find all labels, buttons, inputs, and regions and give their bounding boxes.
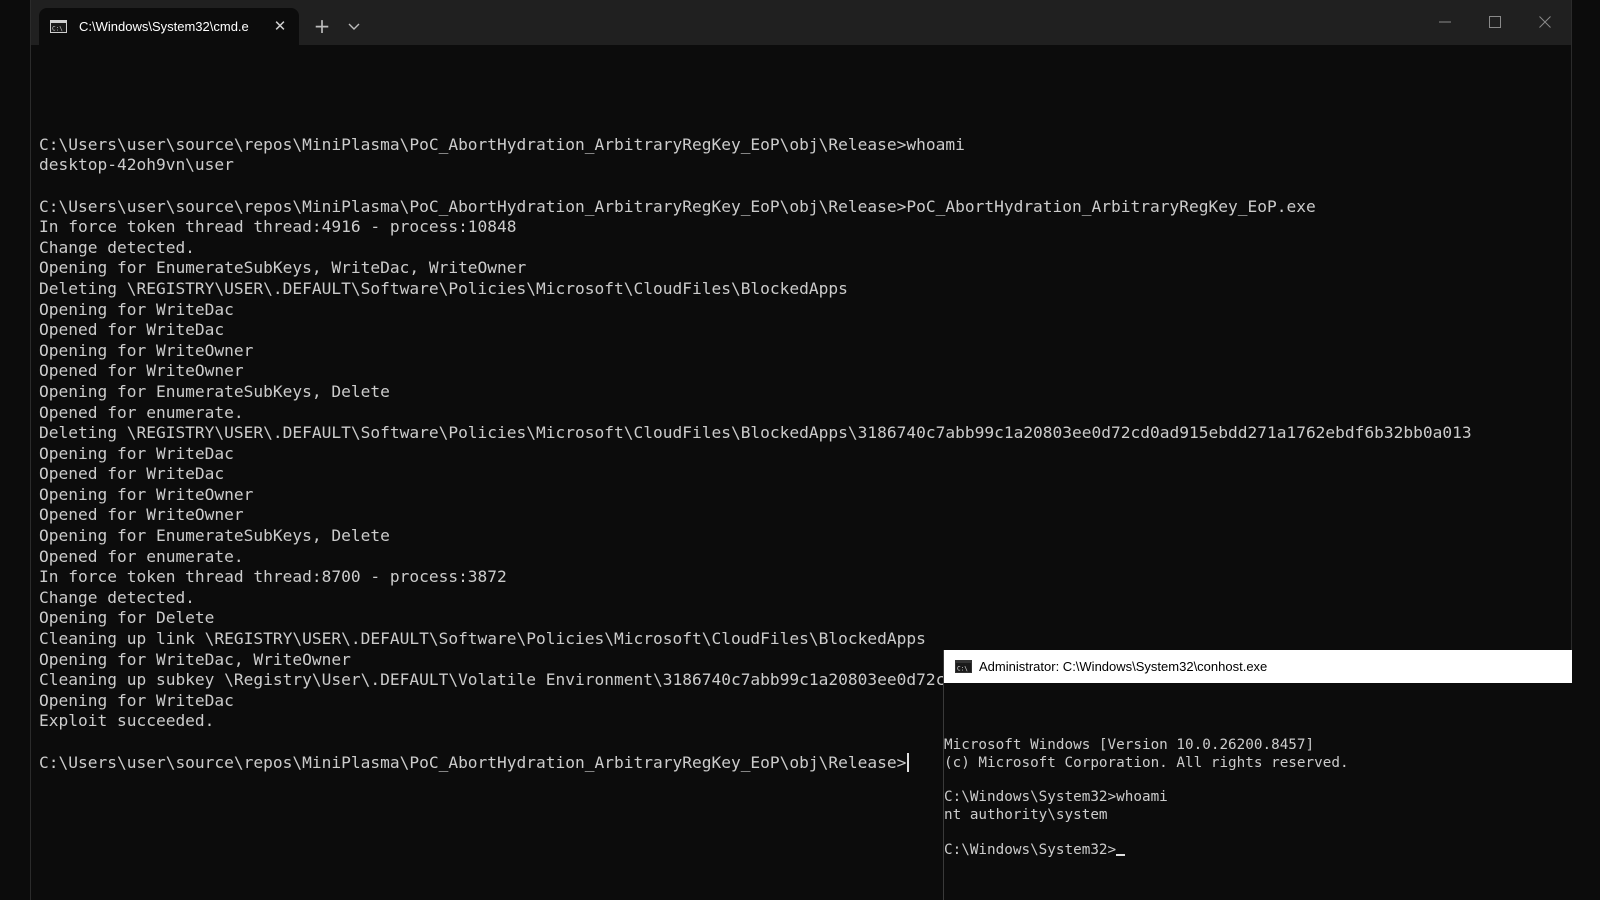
close-button[interactable]: [1523, 8, 1567, 36]
terminal-prompt: C:\Users\user\source\repos\MiniPlasma\Po…: [39, 752, 907, 772]
new-tab-button[interactable]: +: [309, 14, 335, 40]
chevron-down-icon: [348, 23, 360, 30]
conhost-prompt: C:\Windows\System32>: [944, 841, 1117, 858]
conhost-title: Administrator: C:\Windows\System32\conho…: [979, 659, 1268, 674]
minimize-button[interactable]: [1423, 8, 1467, 36]
terminal-line: Opening for WriteOwner: [39, 484, 254, 504]
desktop: C:\ C:\Windows\System32\cmd.e ✕ + C:\Use…: [0, 0, 1600, 900]
close-icon: [1539, 16, 1551, 28]
terminal-line: C:\Users\user\source\repos\MiniPlasma\Po…: [39, 196, 1316, 216]
terminal-line: Opening for Delete: [39, 608, 215, 628]
terminal-line: Opened for WriteOwner: [39, 505, 244, 525]
terminal-line: Change detected.: [39, 237, 195, 257]
svg-text:C:\: C:\: [52, 26, 63, 33]
svg-text:C:\: C:\: [957, 666, 968, 673]
terminal-line: In force token thread thread:8700 - proc…: [39, 567, 507, 587]
terminal-line: Cleaning up link \REGISTRY\USER\.DEFAULT…: [39, 629, 926, 649]
tab-cmd[interactable]: C:\ C:\Windows\System32\cmd.e ✕: [39, 8, 299, 45]
terminal-line: In force token thread thread:4916 - proc…: [39, 217, 517, 237]
terminal-line: Opened for enumerate.: [39, 546, 244, 566]
conhost-cursor: [1116, 853, 1126, 856]
terminal-line: Deleting \REGISTRY\USER\.DEFAULT\Softwar…: [39, 278, 848, 298]
terminal-line: Opened for WriteDac: [39, 464, 225, 484]
terminal-line: Change detected.: [39, 587, 195, 607]
terminal-line: Deleting \REGISTRY\USER\.DEFAULT\Softwar…: [39, 423, 1472, 443]
cmd-icon: C:\: [49, 20, 67, 34]
conhost-line: (c) Microsoft Corporation. All rights re…: [944, 754, 1349, 771]
conhost-line: Microsoft Windows [Version 10.0.26200.84…: [944, 737, 1315, 754]
terminal-line: desktop-42oh9vn\user: [39, 155, 234, 175]
conhost-line: [944, 772, 1564, 789]
tab-title: C:\Windows\System32\cmd.e: [79, 19, 249, 34]
terminal-cursor: [907, 752, 910, 772]
terminal-line: Opening for WriteDac: [39, 443, 234, 463]
minimize-icon: [1439, 21, 1451, 23]
cmd-icon: C:\: [954, 660, 972, 674]
terminal-line: Opened for WriteDac: [39, 320, 225, 340]
conhost-titlebar[interactable]: C:\ Administrator: C:\Windows\System32\c…: [944, 650, 1572, 683]
maximize-icon: [1489, 16, 1501, 28]
terminal-line: Opening for WriteOwner: [39, 340, 254, 360]
terminal-line: Opened for enumerate.: [39, 402, 244, 422]
terminal-line: C:\Users\user\source\repos\MiniPlasma\Po…: [39, 134, 965, 154]
terminal-line: Opened for WriteOwner: [39, 361, 244, 381]
terminal-line: Opening for EnumerateSubKeys, Delete: [39, 381, 390, 401]
terminal-line: Opening for EnumerateSubKeys, Delete: [39, 526, 390, 546]
conhost-prompt-line[interactable]: C:\Windows\System32>: [944, 842, 1564, 859]
maximize-button[interactable]: [1473, 8, 1517, 36]
conhost-output[interactable]: Microsoft Windows [Version 10.0.26200.84…: [944, 685, 1564, 859]
terminal-line: Opening for EnumerateSubKeys, WriteDac, …: [39, 258, 527, 278]
conhost-line: nt authority\system: [944, 806, 1108, 823]
terminal-line: Opening for WriteDac: [39, 299, 234, 319]
tab-dropdown-button[interactable]: [341, 14, 367, 40]
conhost-line: C:\Windows\System32>whoami: [944, 789, 1168, 806]
conhost-line: [944, 824, 1564, 841]
tab-close-icon[interactable]: ✕: [271, 17, 289, 35]
terminal-titlebar[interactable]: C:\ C:\Windows\System32\cmd.e ✕ +: [31, 0, 1571, 45]
conhost-window: C:\ Administrator: C:\Windows\System32\c…: [943, 650, 1572, 900]
